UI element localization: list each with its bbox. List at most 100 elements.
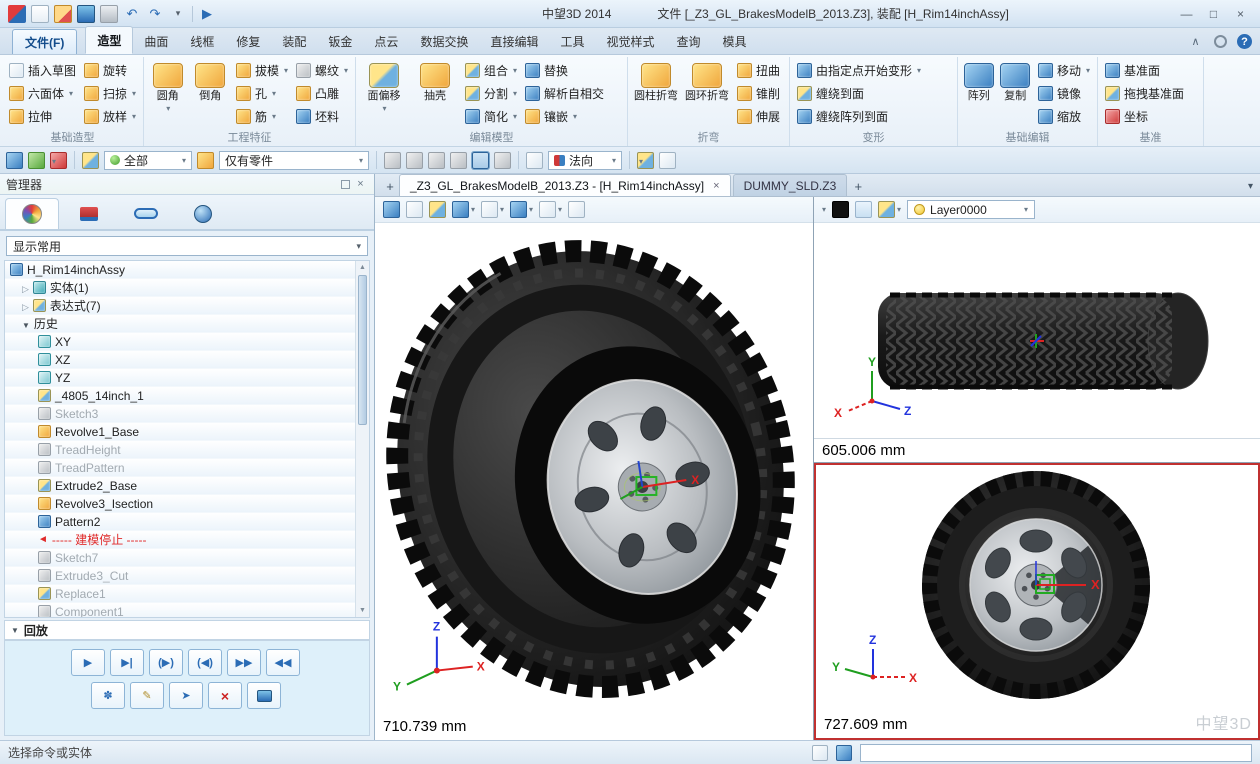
view-manager-tab[interactable] <box>176 198 230 229</box>
file-menu-button[interactable]: 文件(F) <box>12 29 77 54</box>
tree-item-solids[interactable]: 实体(1) <box>5 279 355 297</box>
divide-button[interactable]: 分割 <box>462 82 520 105</box>
taper-button[interactable]: 锥削 <box>734 82 783 105</box>
tab-sheet-metal[interactable]: 钣金 <box>317 28 363 54</box>
visual-manager-tab[interactable] <box>119 198 173 229</box>
viewport-main-3d[interactable]: ▾ ▾ ▾ ▾ <box>375 197 814 740</box>
tire-assembly[interactable] <box>375 223 813 728</box>
scope-filter-select[interactable]: 全部 <box>104 151 192 170</box>
revolve-button[interactable]: 旋转 <box>81 59 139 82</box>
tree-item-sketch3[interactable]: Sketch3 <box>5 405 355 423</box>
print-icon[interactable] <box>100 5 118 23</box>
wireframe-cube-icon[interactable] <box>481 201 498 218</box>
tab-data-exchange[interactable]: 数据交换 <box>409 28 479 54</box>
hole-button[interactable]: 孔 <box>233 82 291 105</box>
run-icon[interactable]: ▶ <box>198 5 216 23</box>
close-panel-icon[interactable]: × <box>353 177 368 192</box>
thread-button[interactable]: 螺纹 <box>293 59 351 82</box>
csys-button[interactable]: 坐标 <box>1102 105 1187 128</box>
tire-side-view-model[interactable]: Y Z X <box>814 223 1260 439</box>
extrude-button[interactable]: 拉伸 <box>6 105 79 128</box>
replay-fast-forward-button[interactable]: ▶▶ <box>227 649 261 676</box>
entity-type-filter-select[interactable]: 仅有零件 <box>219 151 369 170</box>
new-document-icon[interactable] <box>31 5 49 23</box>
scale-button[interactable]: 缩放 <box>1035 105 1093 128</box>
tire-3d-model[interactable]: X Z X Y <box>375 223 813 740</box>
offset-face-button[interactable]: 面偏移 <box>360 59 408 131</box>
tree-item-replace1[interactable]: Replace1 <box>5 585 355 603</box>
draft-button[interactable]: 拔模 <box>233 59 291 82</box>
filter-edge-icon[interactable] <box>406 152 423 169</box>
move-button[interactable]: 移动 <box>1035 59 1093 82</box>
multi-view-icon[interactable] <box>568 201 585 218</box>
tree-item-sketch7[interactable]: Sketch7 <box>5 549 355 567</box>
tab-shape[interactable]: 造型 <box>85 26 133 54</box>
deform-from-point-button[interactable]: 由指定点开始变形 <box>794 59 924 82</box>
resolve-self-intersection-button[interactable]: 解析自相交 <box>522 82 607 105</box>
open-file-icon[interactable] <box>54 5 72 23</box>
wrap-array-to-face-button[interactable]: 缠绕阵列到面 <box>794 105 924 128</box>
maximize-button[interactable]: □ <box>1200 4 1227 24</box>
tree-item-model-stop-marker[interactable]: ◄----- 建模停止 ----- <box>5 531 355 549</box>
tree-item-plane-yz[interactable]: YZ <box>5 369 355 387</box>
layer-manager-icon[interactable] <box>878 201 895 218</box>
mirror-button[interactable]: 镜像 <box>1035 82 1093 105</box>
replay-regen-button[interactable]: ✽ <box>91 682 125 709</box>
tree-item-treadpattern[interactable]: TreadPattern <box>5 459 355 477</box>
help-icon[interactable]: ? <box>1237 34 1252 49</box>
simplify-button[interactable]: 简化 <box>462 105 520 128</box>
pick-part-icon[interactable] <box>197 152 214 169</box>
prompt-toggle-icon[interactable] <box>812 745 828 761</box>
replay-play-from-button[interactable]: (▶) <box>149 649 183 676</box>
tab-inquire[interactable]: 查询 <box>666 28 712 54</box>
minimize-button[interactable]: — <box>1173 4 1200 24</box>
twist-button[interactable]: 扭曲 <box>734 59 783 82</box>
new-tab-button[interactable]: + <box>849 176 867 196</box>
layer-visibility-bulb-icon[interactable] <box>914 204 925 215</box>
tree-item-part[interactable]: _4805_14inch_1 <box>5 387 355 405</box>
replay-play-button[interactable]: ▶ <box>71 649 105 676</box>
walkthrough-icon[interactable] <box>383 201 400 218</box>
wrap-to-face-button[interactable]: 缠绕到面 <box>794 82 924 105</box>
tab-visual-style[interactable]: 视觉样式 <box>595 28 665 54</box>
filter-component-icon[interactable] <box>472 152 489 169</box>
collapse-ribbon-icon[interactable]: ∧ <box>1187 33 1204 50</box>
stretch-button[interactable]: 伸展 <box>734 105 783 128</box>
zoom-target-icon[interactable] <box>539 201 556 218</box>
fillet-button[interactable]: 圆角 <box>148 59 187 131</box>
tree-item-history[interactable]: 历史 <box>5 315 355 333</box>
new-tab-button[interactable]: + <box>381 176 399 196</box>
sweep-button[interactable]: 扫掠 <box>81 82 139 105</box>
assembly-manager-tab[interactable] <box>62 198 116 229</box>
redo-icon[interactable]: ↷ <box>146 5 164 23</box>
replay-section-header[interactable]: 回放 <box>4 620 370 640</box>
tree-item-revolve3[interactable]: Revolve3_Isection <box>5 495 355 513</box>
eraser-icon[interactable] <box>406 201 423 218</box>
tree-scrollbar[interactable]: ▲ ▼ <box>355 261 369 617</box>
rib-button[interactable]: 筋 <box>233 105 291 128</box>
pattern-button[interactable]: 阵列 <box>962 59 995 131</box>
tree-item-pattern2[interactable]: Pattern2 <box>5 513 355 531</box>
undo-icon[interactable]: ↶ <box>123 5 141 23</box>
tree-item-component1[interactable]: Component1 <box>5 603 355 618</box>
stock-button[interactable]: 坯料 <box>293 105 351 128</box>
replay-edit-button[interactable]: ✎ <box>130 682 164 709</box>
view-orientation-icon[interactable] <box>510 201 527 218</box>
tree-item-extrude3[interactable]: Extrude3_Cut <box>5 567 355 585</box>
close-button[interactable]: × <box>1227 4 1254 24</box>
replay-demo-button[interactable]: ➤ <box>169 682 203 709</box>
tab-mold[interactable]: 模具 <box>712 28 758 54</box>
tab-tools[interactable]: 工具 <box>549 28 595 54</box>
replay-rewind-button[interactable]: ◀◀ <box>266 649 300 676</box>
viewport-front-view-active[interactable]: X Z Y X <box>814 463 1260 740</box>
tree-item-root[interactable]: H_Rim14inchAssy <box>5 261 355 279</box>
copy-button[interactable]: 复制 <box>998 59 1031 131</box>
filter-body-icon[interactable] <box>450 152 467 169</box>
combine-button[interactable]: 组合 <box>462 59 520 82</box>
expand-arrow-icon[interactable] <box>22 299 29 313</box>
emboss-button[interactable]: 凸雕 <box>293 82 351 105</box>
scrollbar-thumb[interactable] <box>358 275 367 425</box>
color-filter-icon[interactable] <box>82 152 99 169</box>
drag-datum-button[interactable]: 拖拽基准面 <box>1102 82 1187 105</box>
quick-pick-icon[interactable] <box>659 152 676 169</box>
